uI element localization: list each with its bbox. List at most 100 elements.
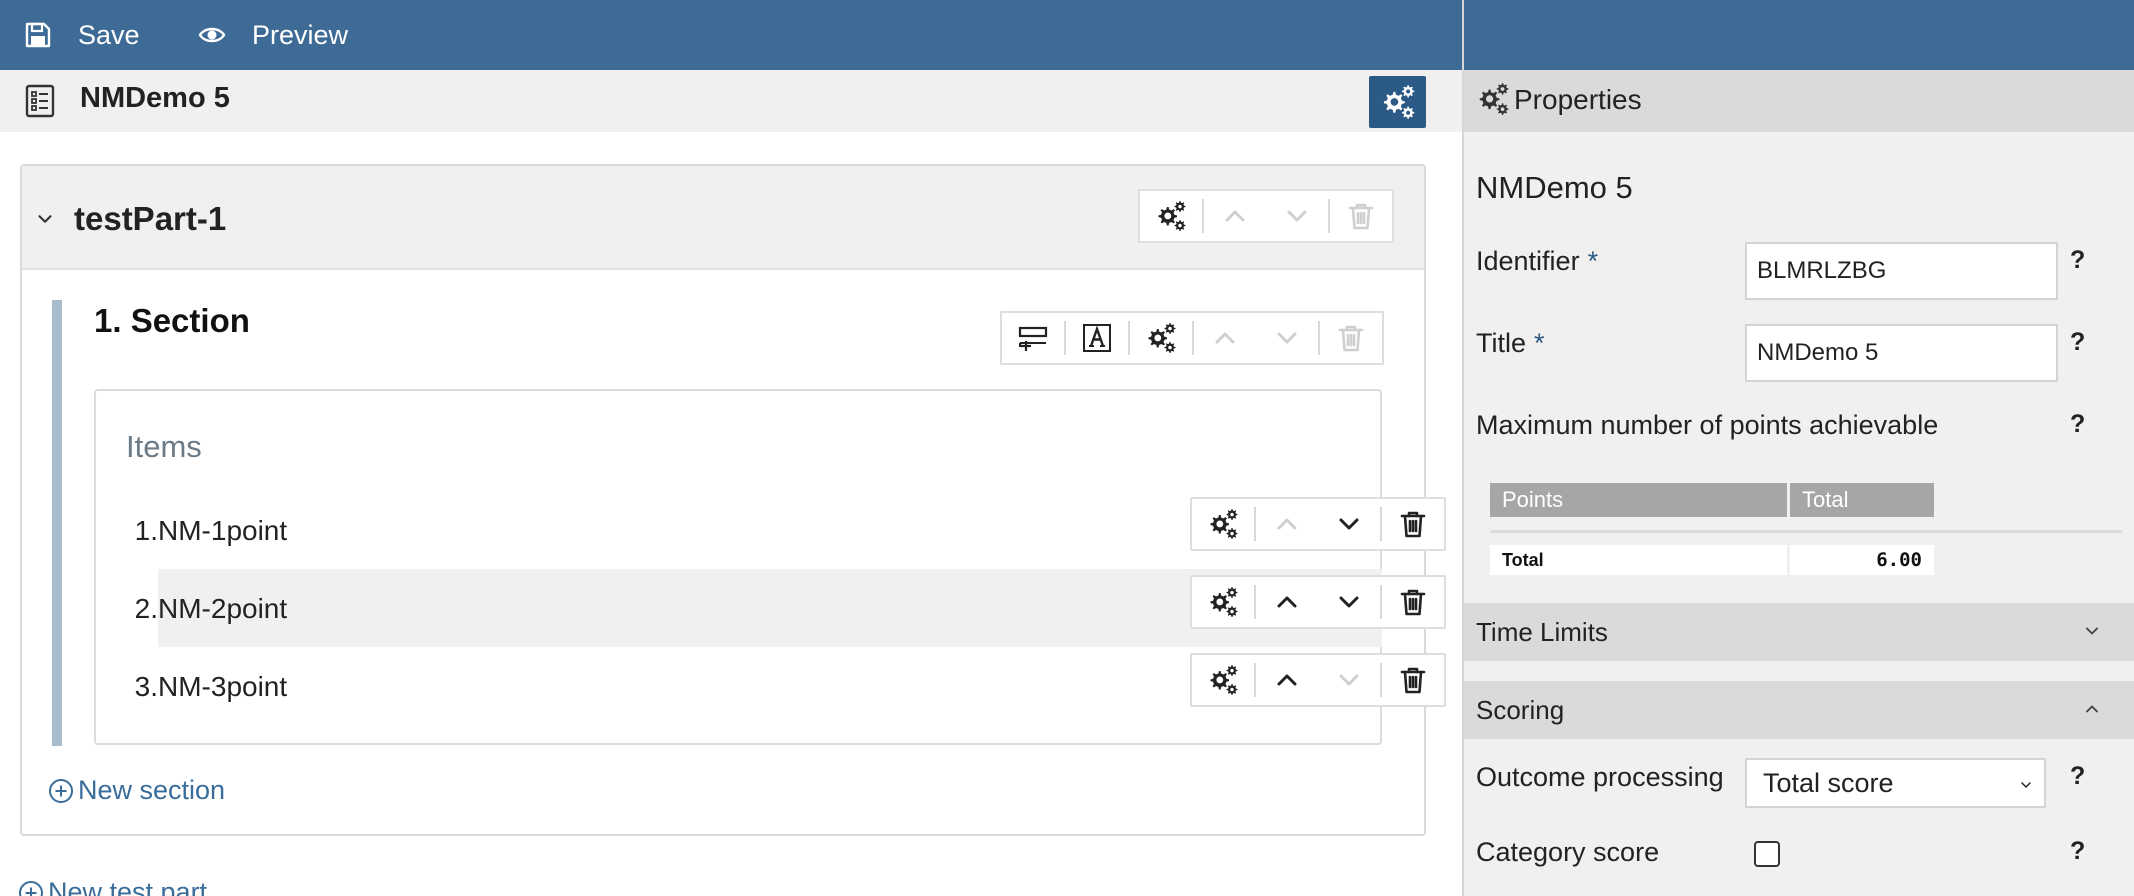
move-up-button[interactable] (1256, 577, 1318, 627)
delete-button[interactable] (1382, 655, 1444, 705)
item-row[interactable]: 3. NM-3point (135, 647, 1446, 725)
chevron-up-icon (1271, 508, 1303, 540)
identifier-label: Identifier * (1476, 246, 1598, 277)
item-row[interactable]: 2. NM-2point (135, 569, 1446, 647)
chevron-down-icon (2082, 621, 2102, 641)
move-down-button[interactable] (1318, 577, 1380, 627)
time-limits-accordion[interactable]: Time Limits (1464, 603, 2134, 661)
chevron-down-icon (1333, 664, 1365, 696)
item-number: 3. (134, 671, 158, 702)
test-header: NMDemo 5 (0, 70, 1462, 132)
outcome-processing-help[interactable]: ? (2070, 762, 2085, 791)
add-rubric-block-button[interactable] (1066, 313, 1128, 363)
identifier-label-text: Identifier (1476, 246, 1580, 276)
test-part-toolbar (1138, 189, 1394, 243)
chevron-down-icon (1281, 200, 1313, 232)
gears-icon (1207, 508, 1239, 540)
items-container: Items 1. NM-1point 2. NM-2point 3. NM-3p… (94, 389, 1446, 745)
chevron-down-icon[interactable] (34, 208, 56, 230)
item-label: NM-3point (158, 671, 288, 702)
section-properties-button[interactable] (1130, 313, 1192, 363)
outcome-processing-select[interactable]: Total score (1745, 758, 2046, 808)
save-label: Save (78, 19, 140, 50)
move-down-button[interactable] (1256, 313, 1318, 363)
test-part-title: testPart-1 (74, 200, 227, 237)
move-up-button[interactable] (1256, 499, 1318, 549)
points-table-divider (1490, 530, 2122, 533)
title-label: Title * (1476, 328, 1545, 359)
required-marker: * (1587, 246, 1599, 276)
move-down-button[interactable] (1266, 191, 1328, 241)
test-part-properties-button[interactable] (1140, 191, 1202, 241)
identifier-input[interactable] (1745, 242, 2058, 300)
title-label-text: Title (1476, 328, 1527, 358)
chevron-down-icon (1333, 586, 1365, 618)
preview-label: Preview (252, 19, 349, 50)
properties-header: Properties (1464, 70, 2134, 132)
new-section-link[interactable]: New section (48, 775, 225, 806)
new-test-part-label: New test part (48, 877, 208, 896)
title-help[interactable]: ? (2070, 328, 2085, 357)
preview-button[interactable]: Preview (198, 0, 348, 70)
properties-test-name: NMDemo 5 (1476, 170, 1633, 205)
delete-button[interactable] (1320, 313, 1382, 363)
max-points-label: Maximum number of points achievable (1476, 410, 1939, 440)
category-score-checkbox[interactable] (1754, 841, 1780, 867)
chevron-up-icon (1271, 586, 1303, 618)
gears-icon (1380, 84, 1416, 120)
delete-button[interactable] (1382, 577, 1444, 627)
gears-icon (1155, 200, 1187, 232)
trash-icon (1397, 664, 1429, 696)
points-total-value: 6.00 (1790, 545, 1934, 575)
gears-icon (1207, 586, 1239, 618)
save-button[interactable]: Save (24, 0, 140, 70)
item-toolbar (1190, 575, 1446, 629)
max-points-help[interactable]: ? (2070, 410, 2085, 439)
move-down-button[interactable] (1318, 655, 1380, 705)
trash-icon (1345, 200, 1377, 232)
chevron-down-icon (1271, 322, 1303, 354)
chevron-up-icon (2082, 699, 2102, 719)
outcome-processing-value: Total score (1763, 768, 1894, 798)
test-part-header: testPart-1 (22, 166, 1424, 270)
chevron-up-icon (1209, 322, 1241, 354)
trash-icon (1335, 322, 1367, 354)
move-up-button[interactable] (1256, 655, 1318, 705)
identifier-help[interactable]: ? (2070, 246, 2085, 275)
scoring-accordion[interactable]: Scoring (1464, 681, 2134, 739)
section-indicator-bar (52, 300, 62, 746)
title-input[interactable] (1745, 324, 2058, 382)
delete-button[interactable] (1330, 191, 1392, 241)
add-subsection-button[interactable] (1002, 313, 1064, 363)
new-section-label: New section (78, 775, 226, 805)
category-score-help[interactable]: ? (2070, 837, 2085, 866)
text-a-icon (1083, 324, 1111, 352)
category-score-label: Category score (1476, 837, 1660, 867)
trash-icon (1397, 586, 1429, 618)
item-properties-button[interactable] (1192, 577, 1254, 627)
item-properties-button[interactable] (1192, 499, 1254, 549)
test-properties-button[interactable] (1369, 76, 1426, 128)
gears-icon (1476, 82, 1510, 116)
properties-title: Properties (1514, 84, 1642, 115)
required-marker: * (1534, 328, 1545, 358)
item-number: 2. (134, 593, 158, 624)
move-up-button[interactable] (1204, 191, 1266, 241)
points-column-header: Points (1490, 483, 1787, 517)
item-properties-button[interactable] (1192, 655, 1254, 705)
item-label: NM-2point (158, 593, 288, 624)
add-row-icon (1018, 326, 1048, 351)
delete-button[interactable] (1382, 499, 1444, 549)
total-column-header: Total (1790, 483, 1934, 517)
items-heading: Items (126, 429, 202, 464)
points-total-label: Total (1490, 545, 1787, 575)
plus-circle-icon (48, 778, 74, 804)
chevron-up-icon (1219, 200, 1251, 232)
scoring-title: Scoring (1476, 695, 1565, 725)
move-down-button[interactable] (1318, 499, 1380, 549)
eye-icon (198, 27, 226, 43)
new-test-part-link[interactable]: New test part (18, 877, 207, 896)
item-toolbar (1190, 497, 1446, 551)
move-up-button[interactable] (1194, 313, 1256, 363)
item-row[interactable]: 1. NM-1point (135, 491, 1446, 569)
